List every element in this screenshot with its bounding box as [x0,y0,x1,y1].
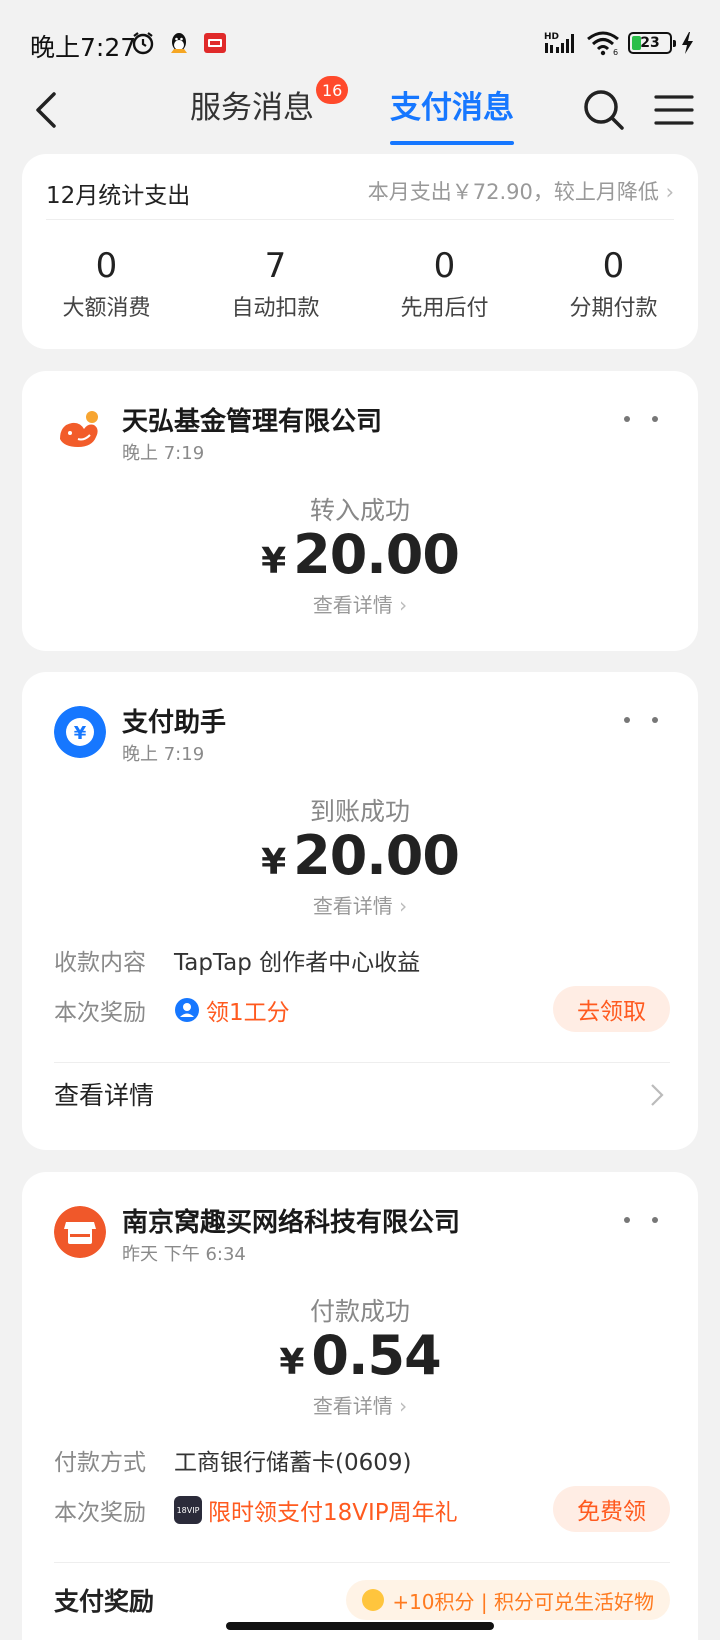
payment-message-card[interactable]: 南京窝趣买网络科技有限公司 昨天 下午 6:34 付款成功 ¥0.54 查看详情… [22,1172,698,1640]
info-row-payee-content: 收款内容 TapTap 创作者中心收益 [54,950,421,976]
message-time: 晚上 7:19 [122,443,205,464]
tab-service-messages[interactable]: 服务消息 [190,82,314,127]
info-row-payment-method: 付款方式 工商银行储蓄卡(0609) [54,1450,412,1476]
status-notification-icons [130,30,228,56]
svg-text:6: 6 [613,48,618,56]
view-details-row[interactable]: 查看详情 [54,1064,670,1124]
stat-pay-later[interactable]: 0 先用后付 [360,246,529,322]
chevron-right-icon: › [665,180,674,204]
hd-signal-icon: HD [544,32,574,53]
view-details-link[interactable]: 查看详情 › [22,890,698,919]
alarm-icon [132,32,154,55]
reward-text: 领1工分 [206,1000,290,1026]
battery-icon: 23 [628,32,676,54]
tab-payment-messages[interactable]: 支付消息 [390,82,514,145]
chevron-right-icon [651,1084,664,1106]
merchant-name: 支付助手 [122,708,227,738]
summary-hint: 本月支出￥72.90，较上月降低 › [367,180,674,204]
summary-title: 12月统计支出 [46,183,191,209]
svg-text:¥: ¥ [74,723,87,744]
home-indicator[interactable] [226,1622,494,1630]
payment-message-card[interactable]: ¥ 支付助手 晚上 7:19 到账成功 ¥20.00 查看详情 › 收款内容 T… [22,672,698,1150]
transaction-status: 付款成功 [309,1297,410,1326]
more-options-icon[interactable] [624,413,658,425]
status-time: 晚上7:27 [30,33,137,62]
stat-large-spend[interactable]: 0 大额消费 [22,246,191,322]
payment-reward-row[interactable]: 支付奖励 +10积分 | 积分可兑生活好物 [54,1570,670,1630]
work-points-icon [175,998,199,1022]
chevron-right-icon: › [399,1394,408,1418]
transaction-amount: ¥20.00 [261,824,460,887]
back-icon[interactable] [24,86,72,134]
merchant-name: 南京窝趣买网络科技有限公司 [122,1208,461,1238]
app-notification-icon [204,33,226,53]
view-details-link[interactable]: 查看详情 › [22,589,698,618]
transaction-amount: ¥20.00 [261,523,460,586]
store-logo-icon [54,1206,106,1258]
vip-icon: 18VIP [174,1496,202,1524]
reward-text: 限时领支付18VIP周年礼 [208,1500,458,1526]
unread-badge: 16 [316,76,349,104]
status-right-icons: HD 6 23 [544,30,694,56]
summary-stats: 0 大额消费 7 自动扣款 0 先用后付 0 分期付款 [22,246,698,322]
message-time: 昨天 下午 6:34 [122,1244,246,1265]
divider [54,1562,670,1563]
coin-icon [362,1589,385,1611]
info-row-reward: 本次奖励 18VIP 限时领支付18VIP周年礼 免费领 [54,1486,670,1532]
more-options-icon[interactable] [624,1214,658,1226]
stat-installment[interactable]: 0 分期付款 [529,246,698,322]
search-icon[interactable] [580,86,628,134]
more-options-icon[interactable] [624,714,658,726]
transaction-amount: ¥0.54 [279,1324,441,1387]
transaction-status: 到账成功 [309,797,410,826]
points-hint-pill[interactable]: +10积分 | 积分可兑生活好物 [346,1580,670,1620]
payment-message-card[interactable]: 天弘基金管理有限公司 晚上 7:19 转入成功 ¥20.00 查看详情 › [22,371,698,651]
active-tab-indicator [390,141,514,145]
stat-auto-debit[interactable]: 7 自动扣款 [191,246,360,322]
payment-assistant-logo-icon: ¥ [54,706,106,758]
tab-service-label: 服务消息 [190,90,314,126]
menu-icon[interactable] [652,88,696,132]
info-row-reward: 本次奖励 领1工分 去领取 [54,986,670,1032]
chevron-right-icon: › [399,593,408,617]
header: 服务消息 16 支付消息 [0,76,720,146]
charging-icon [682,32,693,54]
summary-header[interactable]: 12月统计支出 本月支出￥72.90，较上月降低 › [46,176,674,220]
qq-icon [171,33,187,53]
view-details-link[interactable]: 查看详情 › [22,1390,698,1419]
transaction-status: 转入成功 [309,496,410,525]
free-claim-button[interactable]: 免费领 [553,1486,670,1532]
wifi-icon: 6 [587,31,619,56]
divider [54,1062,670,1063]
tianhong-fund-logo-icon [54,405,106,457]
tab-payment-label: 支付消息 [390,90,514,126]
message-time: 晚上 7:19 [122,744,205,765]
chevron-right-icon: › [399,894,408,918]
svg-text:HD: HD [544,32,559,42]
merchant-name: 天弘基金管理有限公司 [122,407,383,437]
claim-reward-button[interactable]: 去领取 [553,986,670,1032]
monthly-summary-card: 12月统计支出 本月支出￥72.90，较上月降低 › 0 大额消费 7 自动扣款 0… [22,154,698,349]
